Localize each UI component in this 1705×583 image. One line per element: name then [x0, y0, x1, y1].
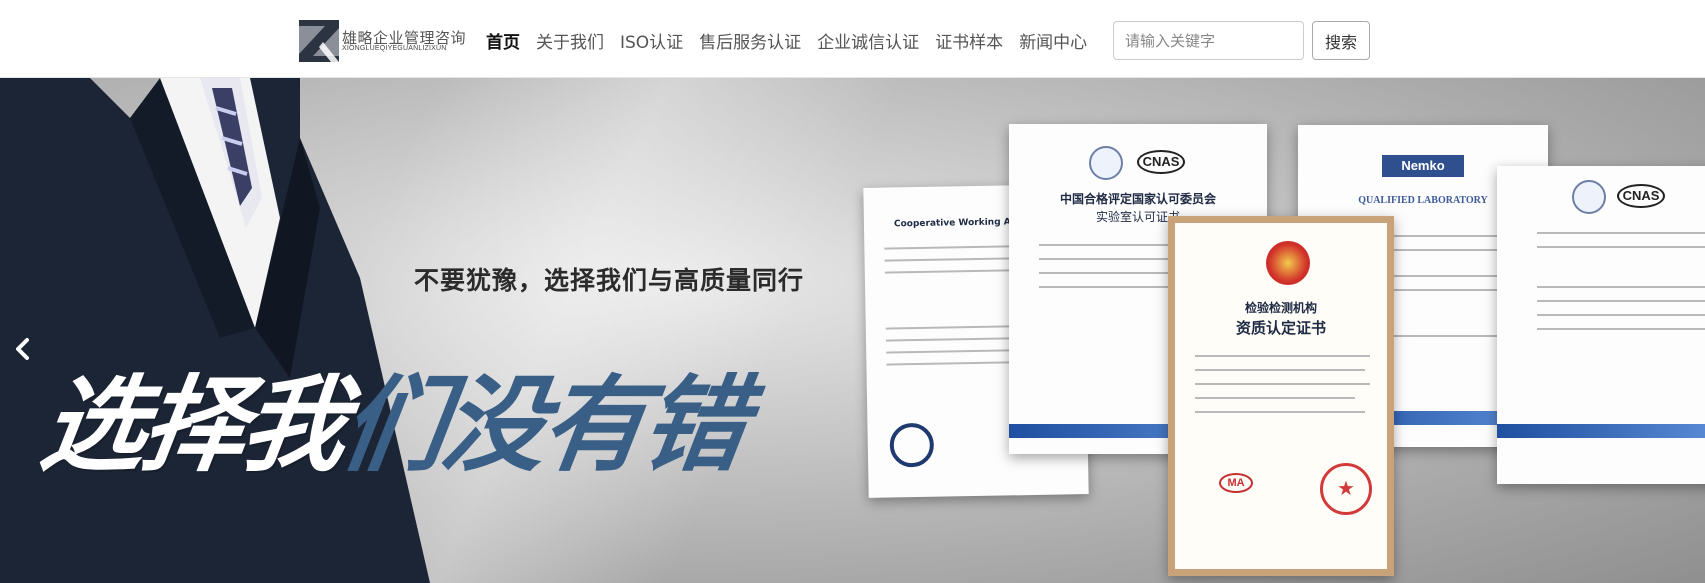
certificate-qualification: 检验检测机构 资质认定证书 MA: [1168, 216, 1394, 576]
nav-item-integrity[interactable]: 企业诚信认证: [817, 28, 919, 53]
certificate-cnas-accreditation: CNAS: [1497, 166, 1705, 484]
ilac-mra-icon: [1089, 146, 1123, 180]
search-button[interactable]: 搜索: [1312, 21, 1370, 60]
main-nav: 首页 关于我们 ISO认证 售后服务认证 企业诚信认证 证书样本 新闻中心: [486, 26, 1103, 54]
logo-subtitle: XIONGLUEQIYEGUANLIZIXUN: [342, 45, 447, 52]
businessman-suit-image: [0, 78, 430, 583]
carousel-prev-button[interactable]: [12, 336, 32, 362]
cnas-badge: CNAS: [1137, 150, 1185, 174]
nav-item-iso[interactable]: ISO认证: [620, 28, 683, 53]
search-input[interactable]: [1113, 21, 1304, 60]
site-header: 雄略企业管理咨询 XIONGLUEQIYEGUANLIZIXUN 首页 关于我们…: [0, 0, 1705, 78]
certificate-title: 检验检测机构: [1244, 301, 1317, 315]
national-emblem-icon: [1266, 241, 1310, 285]
certificate-title: 中国合格评定国家认可委员会: [1059, 192, 1216, 206]
chevron-left-icon: [16, 338, 29, 360]
ilac-mra-icon: [1572, 180, 1606, 214]
headline-part-blue: 们没有错: [334, 364, 752, 486]
banner-slogan: 不要犹豫，选择我们与高质量同行: [414, 266, 805, 295]
nav-item-home[interactable]: 首页: [486, 28, 520, 53]
site-logo[interactable]: 雄略企业管理咨询 XIONGLUEQIYEGUANLIZIXUN: [299, 20, 469, 62]
nav-item-after-sales[interactable]: 售后服务认证: [699, 28, 801, 53]
nav-item-samples[interactable]: 证书样本: [935, 28, 1003, 53]
logo-mark-icon: [299, 20, 339, 62]
round-seal-icon: [889, 422, 935, 468]
nav-item-about[interactable]: 关于我们: [536, 28, 604, 53]
red-seal-icon: [1320, 463, 1372, 515]
hero-banner: 不要犹豫，选择我们与高质量同行 选择我们没有错 Cooperative Work…: [0, 78, 1705, 583]
nav-item-news[interactable]: 新闻中心: [1019, 28, 1087, 53]
cnas-badge: CNAS: [1617, 184, 1665, 208]
certificate-subtitle: 资质认定证书: [1235, 319, 1326, 337]
headline-part-white: 选择我: [34, 364, 352, 486]
banner-headline: 选择我们没有错: [33, 340, 754, 491]
nemko-logo: Nemko: [1382, 155, 1464, 177]
cma-mark: MA: [1219, 473, 1253, 493]
